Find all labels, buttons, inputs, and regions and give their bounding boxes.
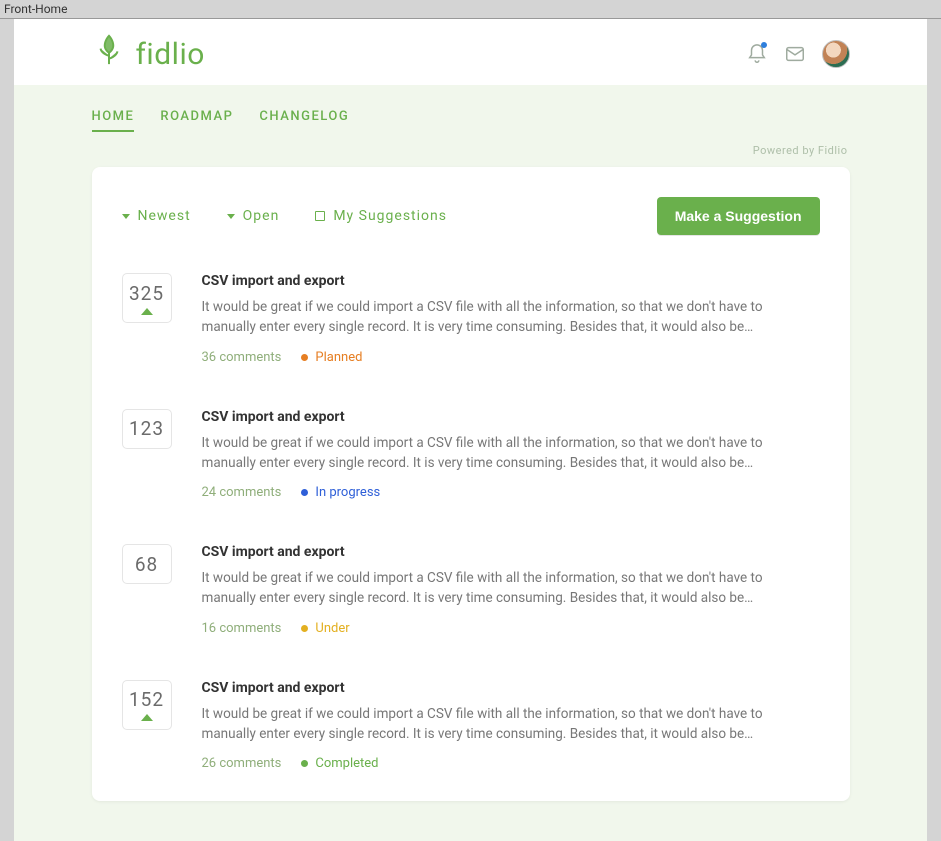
status-filter[interactable]: Open (227, 208, 280, 224)
status-label: Completed (315, 756, 378, 771)
nav-tab-roadmap[interactable]: ROADMAP (160, 109, 233, 132)
suggestion-title: CSV import and export (202, 544, 820, 560)
status-dot-icon (301, 489, 308, 496)
comment-count[interactable]: 24 comments (202, 485, 282, 500)
suggestion-body[interactable]: CSV import and export It would be great i… (202, 273, 820, 365)
checkbox-icon (315, 211, 325, 221)
status-label: In progress (315, 485, 380, 500)
page-body: HOME ROADMAP CHANGELOG Powered by Fidlio N… (14, 85, 927, 841)
status-badge: Planned (301, 350, 362, 365)
vote-count: 325 (129, 282, 164, 305)
status-badge: Under (301, 621, 349, 636)
my-suggestions-label: My Suggestions (333, 208, 447, 224)
brand-name: fidlio (136, 37, 205, 72)
upvote-icon (141, 308, 153, 315)
status-dot-icon (301, 760, 308, 767)
suggestion-item: 123 CSV import and export It would be grea… (122, 409, 820, 501)
status-dot-icon (301, 625, 308, 632)
suggestions-card: Newest Open My Suggestions Make a Sugges… (92, 167, 850, 801)
main-nav: HOME ROADMAP CHANGELOG (92, 85, 850, 140)
header-actions (746, 40, 850, 68)
powered-by-label: Powered by Fidlio (92, 140, 850, 167)
suggestion-body[interactable]: CSV import and export It would be great i… (202, 680, 820, 772)
suggestion-item: 68 CSV import and export It would be great… (122, 544, 820, 636)
upvote-icon (141, 714, 153, 721)
avatar[interactable] (822, 40, 850, 68)
suggestion-title: CSV import and export (202, 409, 820, 425)
comment-count[interactable]: 26 comments (202, 756, 282, 771)
status-dot-icon (301, 354, 308, 361)
vote-count: 123 (129, 417, 164, 440)
vote-box[interactable]: 325 (122, 273, 172, 323)
vote-box[interactable]: 123 (122, 409, 172, 449)
status-badge: Completed (301, 756, 378, 771)
comment-count[interactable]: 16 comments (202, 621, 282, 636)
brand-logo[interactable]: fidlio (92, 33, 205, 75)
nav-tab-changelog[interactable]: CHANGELOG (259, 109, 349, 132)
suggestion-body[interactable]: CSV import and export It would be great i… (202, 409, 820, 501)
vote-count: 68 (135, 553, 158, 576)
suggestion-description: It would be great if we could import a C… (202, 704, 820, 745)
suggestion-meta: 16 comments Under (202, 621, 820, 636)
status-badge: In progress (301, 485, 380, 500)
vote-box[interactable]: 68 (122, 544, 172, 584)
suggestion-list: 325 CSV import and export It would be grea… (122, 273, 820, 771)
my-suggestions-filter[interactable]: My Suggestions (315, 208, 447, 224)
suggestion-meta: 24 comments In progress (202, 485, 820, 500)
sort-filter-label: Newest (138, 208, 191, 224)
suggestion-meta: 36 comments Planned (202, 350, 820, 365)
comment-count[interactable]: 36 comments (202, 350, 282, 365)
suggestion-description: It would be great if we could import a C… (202, 568, 820, 609)
suggestion-description: It would be great if we could import a C… (202, 433, 820, 474)
sort-filter[interactable]: Newest (122, 208, 191, 224)
browser-tab-title: Front-Home (0, 0, 941, 19)
status-label: Under (315, 621, 349, 636)
leaf-icon (92, 33, 126, 75)
mail-icon[interactable] (784, 43, 806, 65)
dropdown-icon (227, 214, 235, 219)
header: fidlio (92, 19, 850, 85)
notification-dot-icon (761, 42, 767, 48)
make-suggestion-button[interactable]: Make a Suggestion (657, 197, 820, 235)
status-label: Planned (315, 350, 362, 365)
app-shell: fidlio HOME ROADMAP CHANGELOG Powered by F… (14, 19, 927, 841)
vote-count: 152 (129, 688, 164, 711)
suggestion-title: CSV import and export (202, 273, 820, 289)
filter-bar: Newest Open My Suggestions Make a Sugges… (122, 183, 820, 245)
vote-box[interactable]: 152 (122, 680, 172, 730)
suggestion-title: CSV import and export (202, 680, 820, 696)
nav-tab-home[interactable]: HOME (92, 109, 135, 132)
suggestion-meta: 26 comments Completed (202, 756, 820, 771)
suggestion-item: 152 CSV import and export It would be grea… (122, 680, 820, 772)
suggestion-item: 325 CSV import and export It would be grea… (122, 273, 820, 365)
dropdown-icon (122, 214, 130, 219)
bell-icon[interactable] (746, 43, 768, 65)
status-filter-label: Open (243, 208, 280, 224)
suggestion-body[interactable]: CSV import and export It would be great i… (202, 544, 820, 636)
suggestion-description: It would be great if we could import a C… (202, 297, 820, 338)
